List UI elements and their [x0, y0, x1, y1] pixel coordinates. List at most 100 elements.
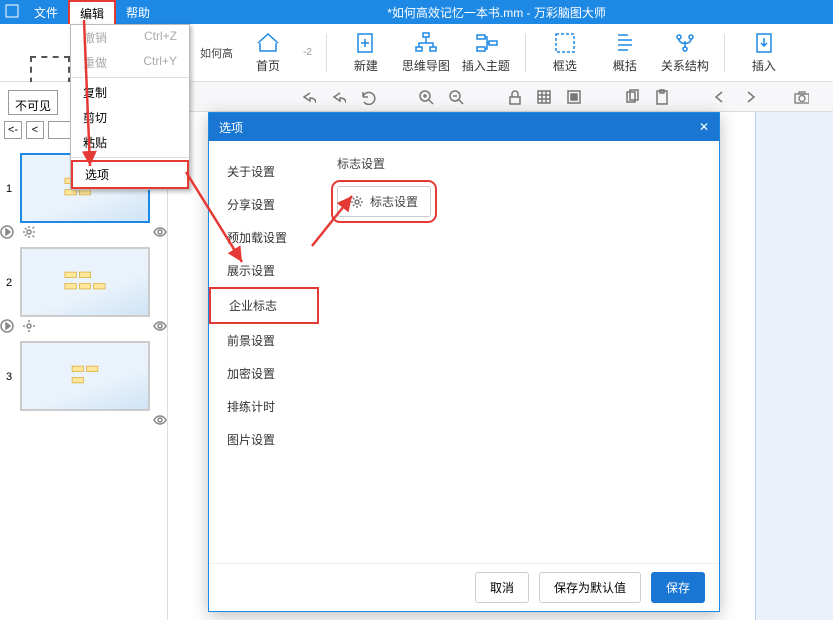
- section-label: 标志设置: [337, 155, 701, 172]
- ribbon-summary[interactable]: 概括: [600, 31, 650, 74]
- slide-thumb-3[interactable]: 3: [20, 341, 150, 411]
- home-label: 首页: [256, 57, 280, 74]
- nav-first[interactable]: <-: [4, 121, 22, 139]
- zoom-out-icon[interactable]: [448, 89, 464, 105]
- menu-edit[interactable]: 编辑: [68, 0, 116, 24]
- dropdown-options[interactable]: 选项: [71, 160, 189, 189]
- ribbon-home[interactable]: 首页: [243, 31, 293, 74]
- eye-icon[interactable]: [153, 319, 167, 333]
- redo-label: 重做: [83, 54, 107, 71]
- truncated-label: 不可见: [8, 90, 58, 115]
- menu-help[interactable]: 帮助: [116, 0, 160, 24]
- side-share[interactable]: 分享设置: [209, 188, 319, 221]
- zoom-in-icon[interactable]: [418, 89, 434, 105]
- side-encrypt[interactable]: 加密设置: [209, 357, 319, 390]
- paste-label: 粘贴: [83, 134, 107, 151]
- gear-icon[interactable]: [22, 319, 36, 333]
- save-button[interactable]: 保存: [651, 572, 705, 603]
- insert-topic-label: 插入主题: [462, 57, 510, 74]
- summary-label: 概括: [613, 57, 637, 74]
- dropdown-paste[interactable]: 粘贴: [71, 130, 189, 155]
- relation-icon: [673, 31, 697, 55]
- options-label: 选项: [85, 166, 109, 183]
- copy-label: 复制: [83, 84, 107, 101]
- ribbon-insert[interactable]: 插入: [739, 31, 789, 74]
- gear-icon[interactable]: [22, 225, 36, 239]
- thumb-preview: [71, 365, 100, 388]
- thumb-preview: [63, 271, 106, 294]
- dialog-title: 选项: [219, 119, 243, 136]
- new-icon: [354, 31, 378, 55]
- redo-icon[interactable]: [330, 89, 346, 105]
- divider: [525, 34, 526, 72]
- paste-icon[interactable]: [654, 89, 670, 105]
- slide-tools: [0, 225, 167, 239]
- undo-shortcut: Ctrl+Z: [144, 29, 177, 46]
- dropdown-undo[interactable]: 撤销 Ctrl+Z: [71, 25, 189, 50]
- logo-button-label: 标志设置: [370, 193, 418, 210]
- options-dialog: 选项 ✕ 关于设置 分享设置 预加载设置 展示设置 企业标志 前景设置 加密设置…: [208, 112, 720, 612]
- menu-file[interactable]: 文件: [24, 0, 68, 24]
- edit-dropdown: 撤销 Ctrl+Z 重做 Ctrl+Y 复制 剪切 粘贴 选项: [70, 24, 190, 190]
- side-about[interactable]: 关于设置: [209, 155, 319, 188]
- side-preload[interactable]: 预加载设置: [209, 221, 319, 254]
- ribbon-boxselect[interactable]: 框选: [540, 31, 590, 74]
- slide-num: 2: [6, 277, 12, 289]
- slide-tools: [0, 319, 167, 333]
- undo-icon[interactable]: [300, 89, 316, 105]
- dropdown-redo[interactable]: 重做 Ctrl+Y: [71, 50, 189, 75]
- slide-num: 1: [6, 183, 12, 195]
- ribbon-insert-topic[interactable]: 插入主题: [461, 31, 511, 74]
- eye-icon[interactable]: [153, 225, 167, 239]
- new-label: 新建: [354, 57, 378, 74]
- play-icon[interactable]: [0, 225, 14, 239]
- home-sub: -2: [303, 47, 312, 58]
- dialog-content: 标志设置 标志设置: [319, 141, 719, 563]
- gear-icon: [350, 195, 364, 209]
- nav-prev[interactable]: <: [26, 121, 44, 139]
- dropdown-copy[interactable]: 复制: [71, 80, 189, 105]
- app-icon: [0, 4, 24, 21]
- truncated-title: 如何高: [200, 45, 233, 61]
- eye-icon[interactable]: [153, 413, 167, 427]
- mindmap-icon: [414, 31, 438, 55]
- copy-icon[interactable]: [624, 89, 640, 105]
- undo-label: 撤销: [83, 29, 107, 46]
- redo-shortcut: Ctrl+Y: [143, 54, 177, 71]
- cancel-button[interactable]: 取消: [475, 572, 529, 603]
- window-title: *如何高效记忆一本书.mm - 万彩脑图大师: [160, 4, 833, 21]
- fit-icon[interactable]: [566, 89, 582, 105]
- dialog-titlebar: 选项 ✕: [209, 113, 719, 141]
- menubar: 文件 编辑 帮助 *如何高效记忆一本书.mm - 万彩脑图大师: [0, 0, 833, 24]
- lock-icon[interactable]: [506, 89, 522, 105]
- side-rehearse[interactable]: 排练计时: [209, 390, 319, 423]
- ribbon-mindmap[interactable]: 思维导图: [401, 31, 451, 74]
- logo-settings-button[interactable]: 标志设置: [337, 186, 431, 217]
- insert-icon: [752, 31, 776, 55]
- grid-icon[interactable]: [536, 89, 552, 105]
- close-icon[interactable]: ✕: [699, 120, 709, 134]
- ribbon-relation[interactable]: 关系结构: [660, 31, 710, 74]
- dropdown-cut[interactable]: 剪切: [71, 105, 189, 130]
- restore-icon[interactable]: [360, 89, 376, 105]
- slide-tools: [0, 413, 167, 427]
- ribbon-new[interactable]: 新建: [341, 31, 391, 74]
- play-icon[interactable]: [0, 319, 14, 333]
- side-image[interactable]: 图片设置: [209, 423, 319, 456]
- canvas-offscreen: [755, 112, 833, 620]
- side-display[interactable]: 展示设置: [209, 254, 319, 287]
- camera-icon[interactable]: [793, 89, 809, 105]
- relation-label: 关系结构: [661, 57, 709, 74]
- forward-icon[interactable]: [742, 89, 758, 105]
- insert-topic-icon: [474, 31, 498, 55]
- divider: [326, 34, 327, 72]
- side-foreground[interactable]: 前景设置: [209, 324, 319, 357]
- back-icon[interactable]: [712, 89, 728, 105]
- mindmap-label: 思维导图: [402, 57, 450, 74]
- side-logo[interactable]: 企业标志: [209, 287, 319, 324]
- home-icon: [256, 31, 280, 55]
- separator: [71, 157, 189, 158]
- insert-label: 插入: [752, 57, 776, 74]
- save-default-button[interactable]: 保存为默认值: [539, 572, 641, 603]
- slide-thumb-2[interactable]: 2: [20, 247, 150, 317]
